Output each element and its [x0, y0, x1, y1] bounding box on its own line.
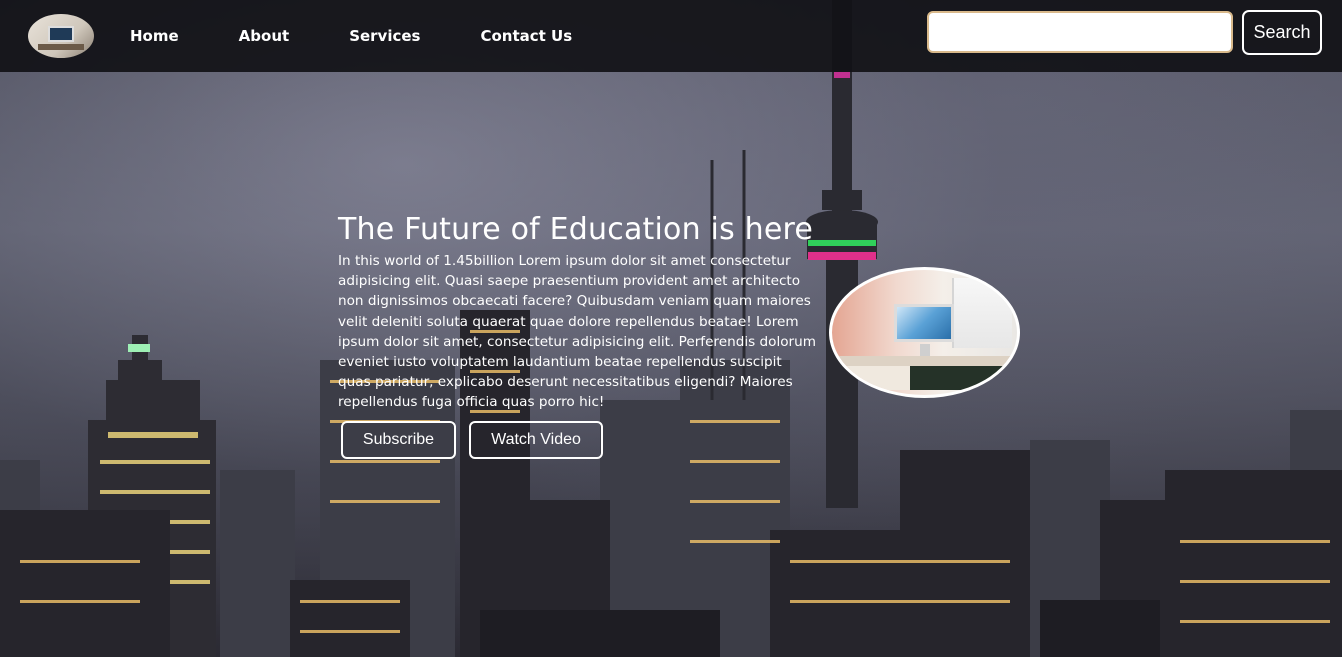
logo-desk [38, 44, 84, 50]
window-shape [952, 278, 1012, 348]
nav-link-about[interactable]: About [239, 27, 290, 45]
nav-link-contact[interactable]: Contact Us [480, 27, 572, 45]
hero-workspace-image [829, 267, 1020, 398]
monitor-stand [920, 344, 930, 356]
search-button[interactable]: Search [1242, 10, 1322, 55]
nav-links: Home About Services Contact Us [130, 0, 632, 72]
hero-section: The Future of Education is here In this … [338, 210, 818, 459]
desk-shape [832, 356, 1017, 366]
drawer-shape [842, 366, 1012, 390]
hero-title: The Future of Education is here [338, 212, 814, 247]
subscribe-button[interactable]: Subscribe [341, 420, 456, 459]
watch-video-button[interactable]: Watch Video [469, 420, 603, 459]
search-input[interactable] [927, 11, 1233, 53]
nav-link-services[interactable]: Services [349, 27, 420, 45]
logo[interactable] [28, 14, 94, 58]
logo-monitor-icon [48, 26, 74, 42]
navbar: Home About Services Contact Us Search [0, 0, 1342, 72]
nav-link-home[interactable]: Home [130, 27, 179, 45]
hero-buttons: Subscribe Watch Video [338, 420, 818, 459]
hero-description: In this world of 1.45billion Lorem ipsum… [338, 253, 816, 411]
monitor-icon [894, 304, 954, 342]
